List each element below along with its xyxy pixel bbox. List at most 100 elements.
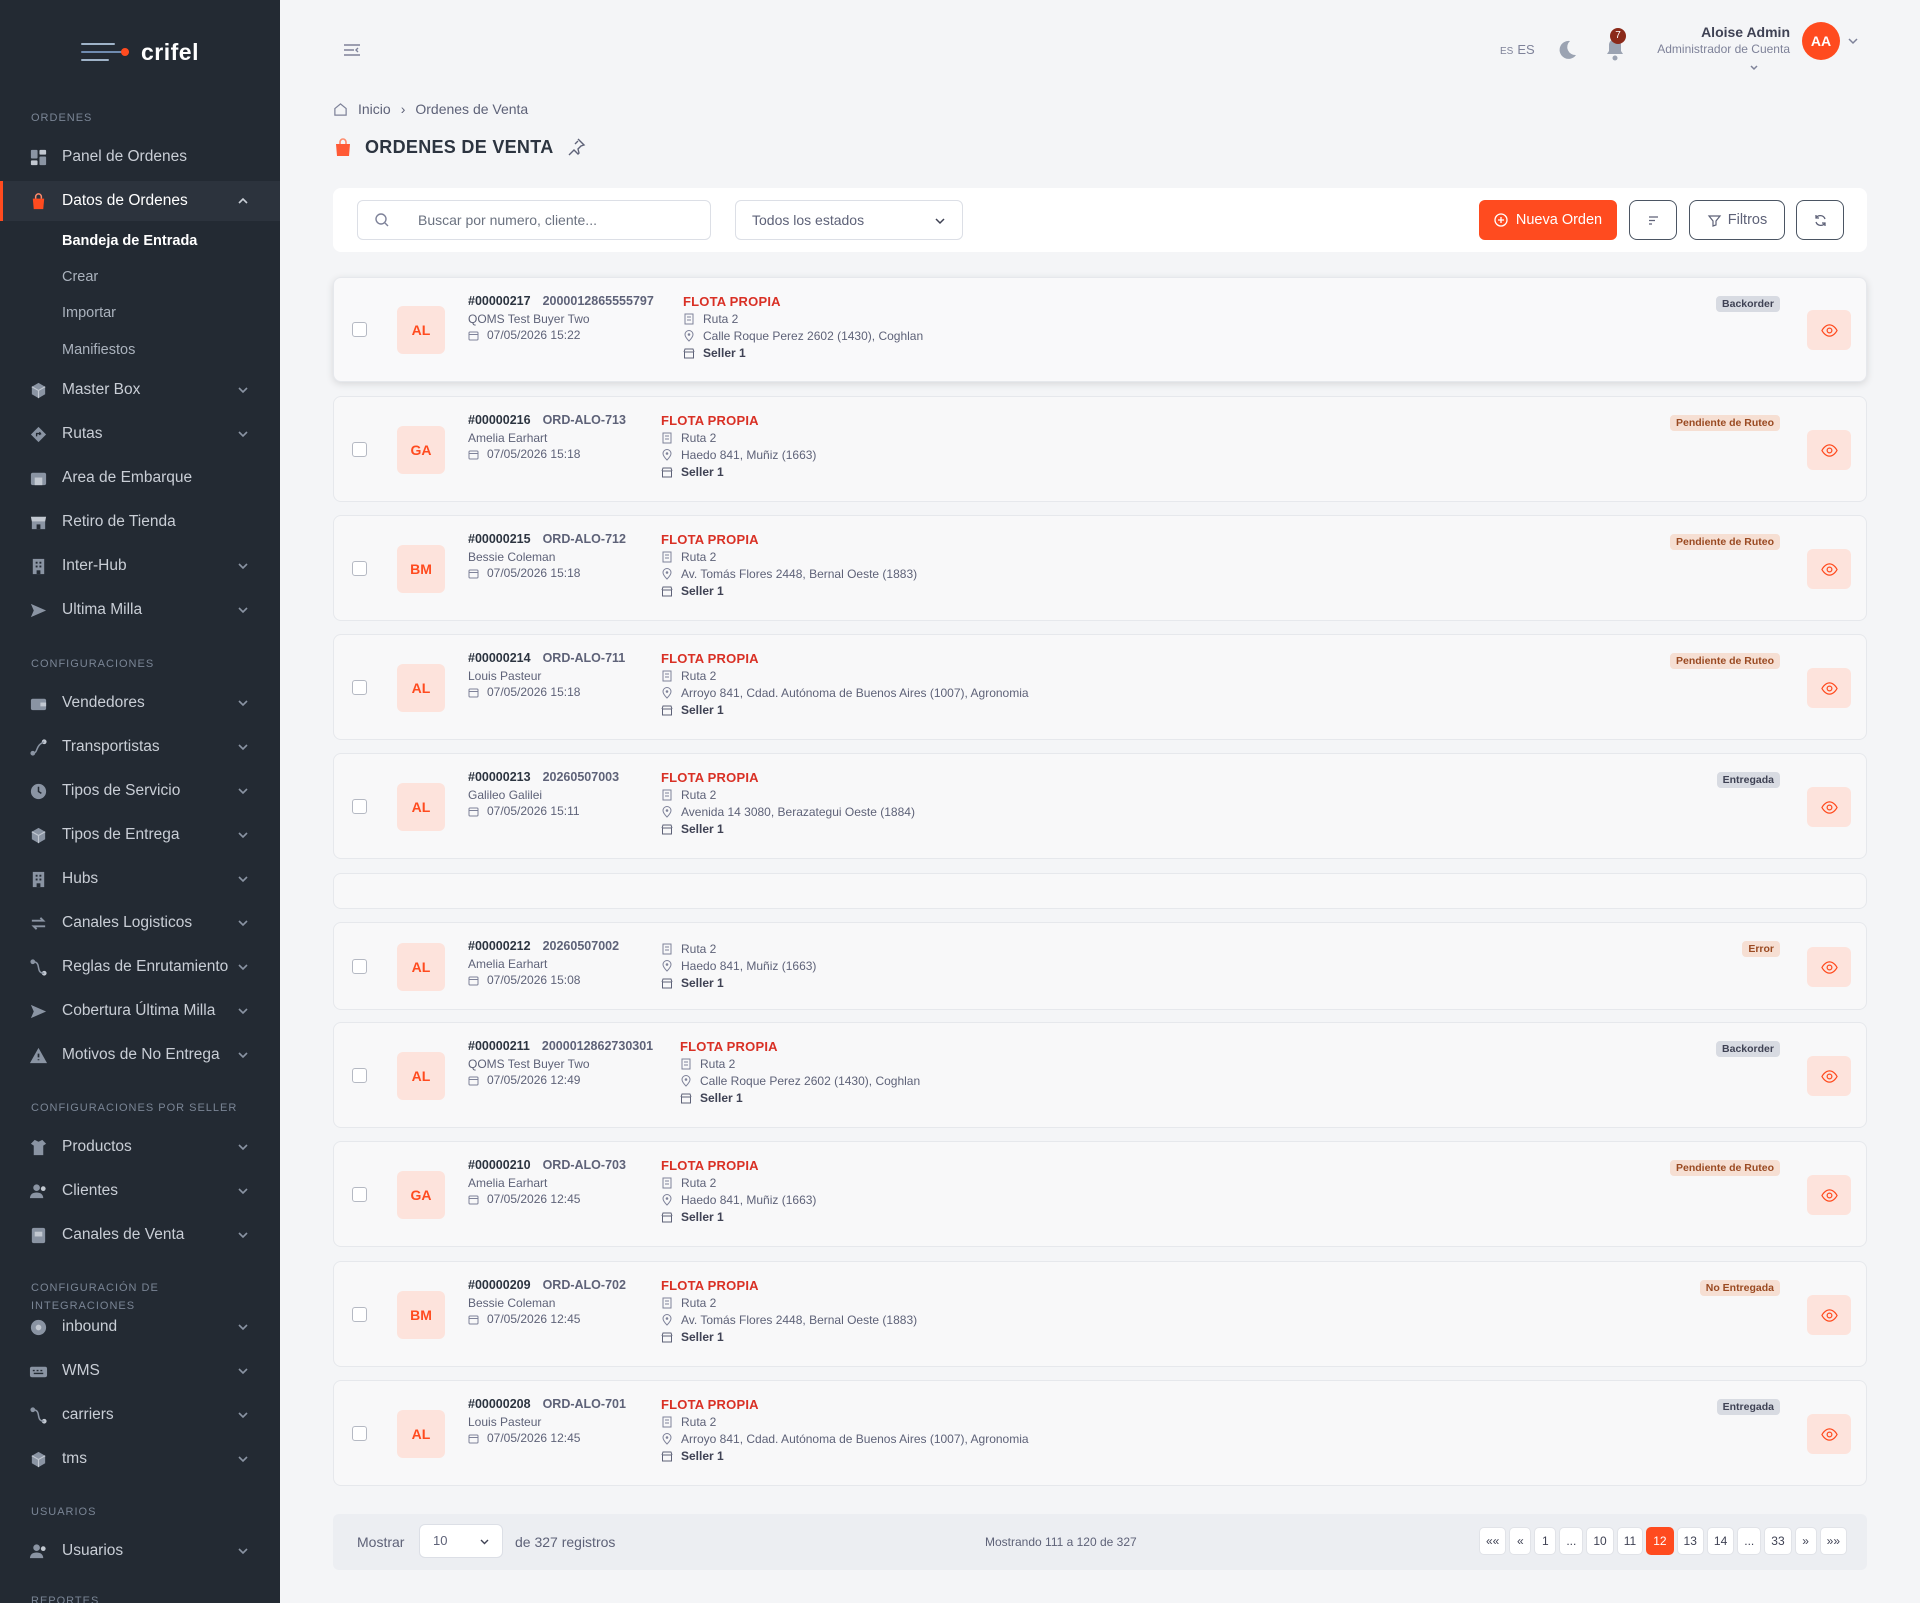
sidebar-item-area-embarque[interactable]: Area de Embarque [0, 458, 280, 498]
order-number[interactable]: #00000212 [468, 939, 531, 953]
sidebar-item-panel-ordenes[interactable]: Panel de Ordenes [0, 137, 280, 177]
order-card[interactable]: BM #00000209 ORD-ALO-702 Bessie Coleman 0… [333, 1261, 1867, 1367]
sidebar-item-tipos-entrega[interactable]: Tipos de Entrega [0, 815, 280, 855]
page-button-14[interactable]: 14 [1706, 1527, 1735, 1555]
row-checkbox[interactable] [352, 1187, 367, 1202]
breadcrumb-home[interactable]: Inicio [358, 101, 391, 117]
order-card[interactable]: AL #00000214 ORD-ALO-711 Louis Pasteur 07… [333, 634, 1867, 740]
page-button-1[interactable]: 1 [1534, 1527, 1557, 1555]
page-next-button[interactable]: » [1794, 1527, 1817, 1555]
row-checkbox[interactable] [352, 680, 367, 695]
row-checkbox[interactable] [352, 1307, 367, 1322]
sidebar-item-carriers[interactable]: carriers [0, 1395, 280, 1435]
sort-button[interactable] [1629, 200, 1677, 240]
order-card[interactable]: AL #00000217 2000012865555797 QOMS Test B… [333, 277, 1867, 382]
sidebar-item-motivos[interactable]: Motivos de No Entrega [0, 1035, 280, 1075]
order-number[interactable]: #00000213 [468, 770, 531, 784]
menu-toggle-icon[interactable] [340, 38, 364, 62]
sidebar-item-ultima-milla[interactable]: Ultima Milla [0, 590, 280, 630]
order-number[interactable]: #00000209 [468, 1278, 531, 1292]
row-checkbox[interactable] [352, 442, 367, 457]
page-button-33[interactable]: 33 [1764, 1527, 1792, 1555]
row-checkbox[interactable] [352, 322, 367, 337]
view-order-button[interactable] [1807, 549, 1851, 589]
status-filter-select[interactable]: Todos los estados [735, 200, 963, 240]
sidebar-item-hubs[interactable]: Hubs [0, 859, 280, 899]
page-header: ORDENES DE VENTA [333, 136, 586, 158]
page-first-button[interactable]: «« [1478, 1527, 1507, 1555]
sidebar-item-tms[interactable]: tms [0, 1439, 280, 1479]
row-checkbox[interactable] [352, 959, 367, 974]
sidebar-item-cobertura[interactable]: Cobertura Última Milla [0, 991, 280, 1031]
chevron-down-icon[interactable] [1846, 34, 1860, 48]
page-button-13[interactable]: 13 [1676, 1527, 1704, 1555]
page-button-12-current[interactable]: 12 [1646, 1527, 1674, 1555]
view-order-button[interactable] [1807, 430, 1851, 470]
row-checkbox[interactable] [352, 799, 367, 814]
view-order-button[interactable] [1807, 1414, 1851, 1454]
refresh-button[interactable] [1796, 200, 1844, 240]
disc-icon [28, 1317, 48, 1337]
view-order-button[interactable] [1807, 947, 1851, 987]
moon-icon[interactable] [1555, 38, 1579, 62]
order-number[interactable]: #00000211 [468, 1039, 530, 1053]
page-last-button[interactable]: »» [1819, 1527, 1847, 1555]
language-switcher[interactable]: ES ES [1500, 42, 1535, 57]
order-card[interactable]: AL #00000211 2000012862730301 QOMS Test B… [333, 1022, 1867, 1128]
view-order-button[interactable] [1807, 668, 1851, 708]
order-number[interactable]: #00000210 [468, 1158, 531, 1172]
view-order-button[interactable] [1807, 1295, 1851, 1335]
sidebar-item-rutas[interactable]: Rutas [0, 414, 280, 454]
page-button-11[interactable]: 11 [1616, 1527, 1644, 1555]
sidebar-item-master-box[interactable]: Master Box [0, 370, 280, 410]
order-card[interactable]: AL #00000213 20260507003 Galileo Galilei … [333, 753, 1867, 859]
filters-button[interactable]: Filtros [1689, 200, 1785, 240]
chevron-down-icon[interactable] [1748, 62, 1760, 74]
home-icon[interactable] [333, 102, 348, 117]
page-size-select[interactable]: 10 [419, 1524, 503, 1558]
sidebar-subitem-manifiestos[interactable]: Manifiestos [62, 335, 135, 365]
order-number[interactable]: #00000214 [468, 651, 531, 665]
sidebar-item-inter-hub[interactable]: Inter-Hub [0, 546, 280, 586]
sidebar-item-tipos-servicio[interactable]: Tipos de Servicio [0, 771, 280, 811]
order-card[interactable]: AL #00000208 ORD-ALO-701 Louis Pasteur 07… [333, 1380, 1867, 1486]
row-checkbox[interactable] [352, 561, 367, 576]
pin-icon[interactable] [566, 137, 586, 157]
search-input[interactable] [418, 212, 698, 228]
sidebar-subitem-crear[interactable]: Crear [62, 262, 98, 292]
row-checkbox[interactable] [352, 1068, 367, 1083]
sidebar-item-usuarios[interactable]: Usuarios [0, 1531, 280, 1571]
view-order-button[interactable] [1807, 787, 1851, 827]
user-name[interactable]: Aloise Admin [1701, 24, 1790, 40]
new-order-button[interactable]: Nueva Orden [1479, 200, 1617, 240]
view-order-button[interactable] [1807, 1056, 1851, 1096]
sidebar-item-wms[interactable]: WMS [0, 1351, 280, 1391]
sidebar-item-retiro-tienda[interactable]: Retiro de Tienda [0, 502, 280, 542]
avatar[interactable]: AA [1802, 22, 1840, 60]
sidebar-item-productos[interactable]: Productos [0, 1127, 280, 1167]
sidebar-item-vendedores[interactable]: Vendedores [0, 683, 280, 723]
sidebar-item-datos-ordenes[interactable]: Datos de Ordenes [0, 181, 280, 221]
order-card[interactable]: BM #00000215 ORD-ALO-712 Bessie Coleman 0… [333, 515, 1867, 621]
page-button-10[interactable]: 10 [1586, 1527, 1614, 1555]
sidebar-subitem-importar[interactable]: Importar [62, 298, 116, 328]
sidebar-item-clientes[interactable]: Clientes [0, 1171, 280, 1211]
logo[interactable]: crifel [0, 0, 280, 104]
order-number[interactable]: #00000216 [468, 413, 531, 427]
sidebar-item-canales-logisticos[interactable]: Canales Logisticos [0, 903, 280, 943]
order-card[interactable]: AL #00000212 20260507002 Amelia Earhart 0… [333, 922, 1867, 1010]
sidebar-item-transportistas[interactable]: Transportistas [0, 727, 280, 767]
sidebar-subitem-bandeja[interactable]: Bandeja de Entrada [62, 226, 197, 256]
order-number[interactable]: #00000208 [468, 1397, 531, 1411]
order-number[interactable]: #00000215 [468, 532, 531, 546]
view-order-button[interactable] [1807, 310, 1851, 350]
sidebar-item-canales-venta[interactable]: Canales de Venta [0, 1215, 280, 1255]
sidebar-item-reglas-enrutamiento[interactable]: Reglas de Enrutamiento [0, 947, 280, 987]
order-card[interactable]: GA #00000216 ORD-ALO-713 Amelia Earhart 0… [333, 396, 1867, 502]
sidebar-item-inbound[interactable]: inbound [0, 1307, 280, 1347]
row-checkbox[interactable] [352, 1426, 367, 1441]
page-prev-button[interactable]: « [1509, 1527, 1532, 1555]
order-number[interactable]: #00000217 [468, 294, 531, 308]
view-order-button[interactable] [1807, 1175, 1851, 1215]
order-card[interactable]: GA #00000210 ORD-ALO-703 Amelia Earhart 0… [333, 1141, 1867, 1247]
